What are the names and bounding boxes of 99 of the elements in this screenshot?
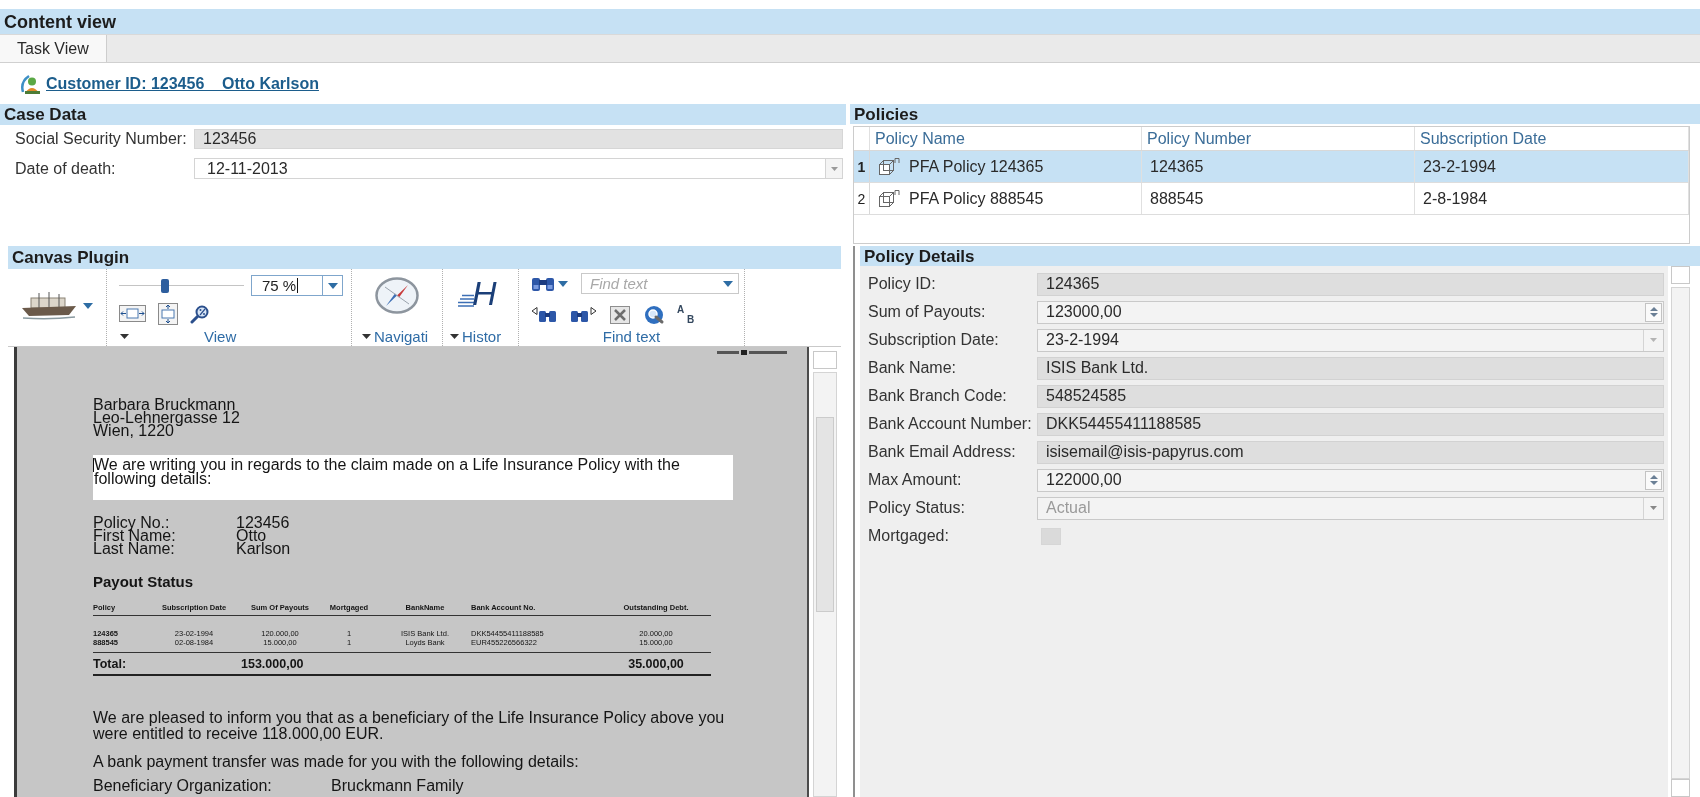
field-label: Bank Branch Code: [868,387,1008,405]
spin-button[interactable] [1645,302,1662,322]
field-label: Last Name: [93,542,176,555]
total-value: 153.000,00 [241,656,305,671]
scrollbar-thumb[interactable] [816,417,834,612]
boxes-icon [878,157,900,176]
paragraph: We are pleased to inform you that as a beneficiary of the Life Insurance Policy above you were entitled to receive 118.000,00 EUR. [93,710,726,742]
field-label: Sum of Payouts: [868,303,987,321]
up-down-arrows-icon [1649,306,1658,318]
paragraph: A bank payment transfer was made for you with the following details: [93,754,580,770]
field-label: Beneficiary Organization: [93,778,273,794]
compass-icon[interactable] [375,277,419,314]
section-header: Case Data [0,104,846,125]
section-header: Policies [850,104,1700,124]
table-cell: 888545 [1142,183,1415,214]
column-header[interactable]: Policy Name [870,127,1142,150]
field-label: Social Security Number: [15,130,188,148]
paragraph: We are writing you in regards to the claim made on a Life Insurance Policy with the following details: [94,458,681,486]
group-label: Find text [602,327,661,345]
up-down-arrows-icon [1649,474,1658,486]
section-header: Policy Details [860,246,1700,266]
input-field[interactable]: 548524585 [1037,384,1664,408]
table-cell: 2-8-1984 [1415,183,1689,214]
ship-icon[interactable] [21,291,77,320]
field-label: Subscription Date: [868,331,1000,349]
address-line: Wien, 1220 [93,424,174,437]
group-label: View [204,327,237,345]
table-cell: 124365 [1142,151,1415,182]
match-case-icon[interactable]: A B [677,304,699,325]
boxes-icon [878,189,900,208]
dropdown-button[interactable] [825,159,842,178]
caret-icon [558,280,568,287]
binoculars-icon[interactable] [531,275,555,292]
logo-drawing [717,350,787,355]
input-field[interactable]: isisemail@isis-papyrus.com [1037,440,1664,464]
date-dropdown[interactable]: 12-11-2013 [194,158,843,179]
total-value: 35.000,00 [627,656,685,671]
table-cell: 23-2-1994 [1415,151,1689,182]
policy-name: PFA Policy 124365 [909,157,1044,176]
fit-width-icon[interactable] [119,305,146,322]
table-row[interactable]: 2 PFA Policy 888545 888545 2-8-1984 [854,183,1689,215]
input-field[interactable]: DKK54455411188585 [1037,412,1664,436]
clear-icon[interactable] [607,304,633,325]
caret-icon [120,333,129,339]
tab[interactable]: Task View [0,35,107,62]
address-line: Barbara Bruckmann [93,398,236,411]
row-number: 2 [854,183,870,214]
column-header[interactable]: Policy Number [1142,127,1415,150]
dropdown-field[interactable]: 23-2-1994 [1037,328,1664,352]
slider-thumb[interactable] [161,278,170,293]
caret-icon [1650,506,1657,510]
group-label: Histor [462,327,502,345]
field-label: Mortgaged: [868,527,950,545]
zoom-combo[interactable]: 75 % [251,275,343,296]
field-value: Bruckmann Family [331,778,465,794]
find-previous-icon[interactable] [531,306,559,323]
field-label: First Name: [93,529,177,542]
field-label: Bank Email Address: [868,443,1017,461]
caret-icon [362,333,371,339]
customer-link[interactable]: Customer ID: 123456 Otto Karlson [46,74,319,93]
section-header: Content view [0,9,1700,34]
field-value: 123456 [236,516,291,529]
row-number: 1 [854,151,870,182]
field-label: Policy ID: [868,275,937,293]
caret-icon [830,166,838,171]
fit-page-icon[interactable] [158,302,178,325]
caret-icon [723,280,733,287]
caret-icon [327,282,338,289]
caret-icon [450,333,459,339]
column-header[interactable]: Subscription Date [1415,127,1689,150]
address-line: Leo-Lehnergasse 12 [93,411,241,424]
field-value: Karlson [236,542,292,555]
field-label: Date of death: [15,159,117,178]
section-title: Payout Status [93,573,195,590]
policy-name: PFA Policy 888545 [909,189,1044,208]
spinner-field[interactable]: 123000,00 [1037,300,1664,324]
input-field[interactable]: 124365 [1037,272,1664,296]
spin-button[interactable] [1645,470,1662,490]
find-next-icon[interactable] [569,306,597,323]
scrollbar[interactable] [813,372,837,797]
group-label: Navigati [374,327,429,345]
input-field[interactable]: 123456 [194,129,843,149]
field-value: Otto [236,529,267,542]
customer-icon [19,73,41,94]
input-field[interactable]: ISIS Bank Ltd. [1037,356,1664,380]
field-label: Bank Account Number: [868,415,1033,433]
section-header: Canvas Plugin [8,246,841,269]
table-row[interactable]: 1 PFA Policy 124365 124365 23-2-1994 [854,151,1689,183]
caret-icon [83,302,93,309]
text-cursor [93,458,94,472]
field-label: Policy Status: [868,499,966,517]
total-label: Total: [93,656,128,671]
field-label: Max Amount: [868,471,963,489]
field-label: Bank Name: [868,359,958,377]
field-label: Policy No.: [93,516,170,529]
scrollbar[interactable] [1671,287,1690,779]
spinner-field[interactable]: 122000,00 [1037,468,1664,492]
text-cursor [297,278,299,293]
caret-icon [1650,338,1657,342]
